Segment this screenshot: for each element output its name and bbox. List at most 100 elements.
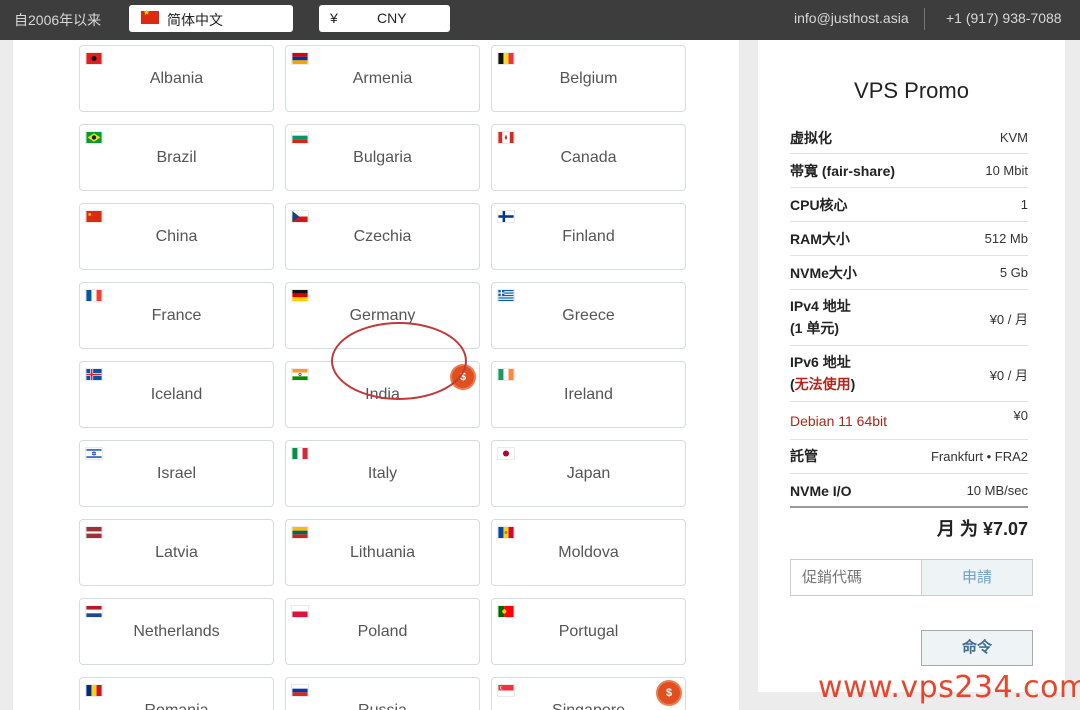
spec-value: 10 MB/sec [966, 483, 1028, 498]
spec-value: 5 Gb [999, 265, 1028, 280]
lithuania-flag-icon [291, 526, 309, 539]
country-card-bulgaria[interactable]: Bulgaria [285, 124, 480, 191]
spec-value: ¥0 / 月 [989, 368, 1028, 383]
country-card-israel[interactable]: Israel [79, 440, 274, 507]
country-name: India [365, 386, 400, 403]
promo-badge-icon: $ [452, 366, 474, 388]
phone-link[interactable]: +1 (917) 938-7088 [946, 10, 1062, 26]
spec-row-cpu: CPU核心 1 [790, 188, 1028, 222]
spec-key-line1: IPv6 地址 [790, 354, 851, 370]
country-name: Latvia [155, 544, 198, 561]
country-card-ireland[interactable]: Ireland [491, 361, 686, 428]
spec-row-nvme-io: NVMe I/O 10 MB/sec [790, 474, 1028, 508]
spec-row-ram: RAM大小 512 Mb [790, 222, 1028, 256]
country-card-armenia[interactable]: Armenia [285, 45, 480, 112]
canada-flag-icon [497, 131, 515, 144]
country-card-iceland[interactable]: Iceland [79, 361, 274, 428]
spec-value: 512 Mb [984, 231, 1028, 246]
country-card-lithuania[interactable]: Lithuania [285, 519, 480, 586]
armenia-flag-icon [291, 52, 309, 65]
china-flag-icon [85, 210, 103, 223]
singapore-flag-icon [497, 684, 515, 697]
china-flag-icon [141, 8, 159, 24]
country-card-portugal[interactable]: Portugal [491, 598, 686, 665]
belgium-flag-icon [497, 52, 515, 65]
spec-value: ¥0 / 月 [989, 312, 1028, 327]
spec-key-unavailable: 无法使用 [794, 376, 851, 392]
germany-flag-icon [291, 289, 309, 302]
bulgaria-flag-icon [291, 131, 309, 144]
country-name: Israel [156, 465, 197, 482]
czechia-flag-icon [291, 210, 309, 223]
country-card-netherlands[interactable]: Netherlands [79, 598, 274, 665]
order-button[interactable]: 命令 [921, 630, 1033, 666]
country-card-germany[interactable]: Germany [285, 282, 480, 349]
iceland-flag-icon [85, 368, 103, 381]
country-card-brazil[interactable]: Brazil [79, 124, 274, 191]
language-selector[interactable]: 简体中文 [129, 5, 293, 32]
country-name: China [155, 228, 198, 245]
spec-row-ipv4: IPv4 地址 (1 单元) ¥0 / 月 [790, 290, 1028, 346]
os-link[interactable]: Debian 11 64bit [790, 410, 887, 432]
country-name: Singapore [492, 702, 685, 710]
country-name: Netherlands [133, 623, 220, 640]
promo-title: VPS Promo [854, 78, 969, 103]
brazil-flag-icon [85, 131, 103, 144]
spec-value: 10 Mbit [985, 163, 1028, 178]
country-card-greece[interactable]: Greece [491, 282, 686, 349]
spec-key: 託管 [790, 448, 818, 464]
country-name: Lithuania [350, 544, 415, 561]
apply-promo-button[interactable]: 申請 [921, 559, 1033, 596]
country-card-canada[interactable]: Canada [491, 124, 686, 191]
email-link[interactable]: info@justhost.asia [794, 10, 909, 26]
country-card-albania[interactable]: Albania [79, 45, 274, 112]
country-card-india[interactable]: India $ [285, 361, 480, 428]
spec-value: Frankfurt • FRA2 [930, 449, 1028, 464]
spec-key: NVMe大小 [790, 265, 857, 281]
spec-key: IPv6 地址 (无法使用) [790, 351, 855, 395]
india-flag-icon [291, 368, 309, 381]
poland-flag-icon [291, 605, 309, 618]
ireland-flag-icon [497, 368, 515, 381]
country-card-italy[interactable]: Italy [285, 440, 480, 507]
spec-value: KVM [999, 130, 1028, 145]
since-text: 自2006年以来 [14, 12, 102, 28]
albania-flag-icon [85, 52, 103, 65]
country-card-moldova[interactable]: Moldova [491, 519, 686, 586]
italy-flag-icon [291, 447, 309, 460]
currency-selector[interactable]: ¥ CNY [319, 5, 450, 32]
spec-key-close: ) [850, 376, 856, 392]
country-card-singapore[interactable]: Singapore$ [491, 677, 686, 710]
country-card-japan[interactable]: Japan [491, 440, 686, 507]
country-name: Czechia [353, 228, 412, 245]
country-card-belgium[interactable]: Belgium [491, 45, 686, 112]
spec-value: 1 [1020, 197, 1028, 212]
spec-key: CPU核心 [790, 197, 848, 213]
location-panel: Albania Armenia Belgium Brazil Bulgaria Canad… [13, 40, 739, 710]
japan-flag-icon [497, 447, 515, 460]
country-card-france[interactable]: France [79, 282, 274, 349]
country-name: Bulgaria [353, 149, 412, 166]
france-flag-icon [85, 289, 103, 302]
spec-key-line2: (1 单元) [790, 320, 839, 336]
country-name: Japan [566, 465, 611, 482]
watermark-text: www.vps234.com [818, 670, 1080, 705]
currency-symbol: ¥ [330, 10, 338, 26]
promo-code-input[interactable] [790, 559, 921, 596]
portugal-flag-icon [497, 605, 515, 618]
country-card-latvia[interactable]: Latvia [79, 519, 274, 586]
country-card-poland[interactable]: Poland [285, 598, 480, 665]
country-name: Portugal [558, 623, 619, 640]
finland-flag-icon [497, 210, 515, 223]
country-card-china[interactable]: China [79, 203, 274, 270]
country-name: Canada [560, 149, 617, 166]
spec-value: ¥0 [1013, 408, 1028, 423]
country-card-finland[interactable]: Finland [491, 203, 686, 270]
country-card-russia[interactable]: Russia [285, 677, 480, 710]
country-card-czechia[interactable]: Czechia [285, 203, 480, 270]
country-card-romania[interactable]: Romania [79, 677, 274, 710]
russia-flag-icon [291, 684, 309, 697]
country-name: Ireland [564, 386, 613, 403]
spec-key: IPv4 地址 (1 单元) [790, 295, 851, 339]
country-name: Italy [367, 465, 398, 482]
